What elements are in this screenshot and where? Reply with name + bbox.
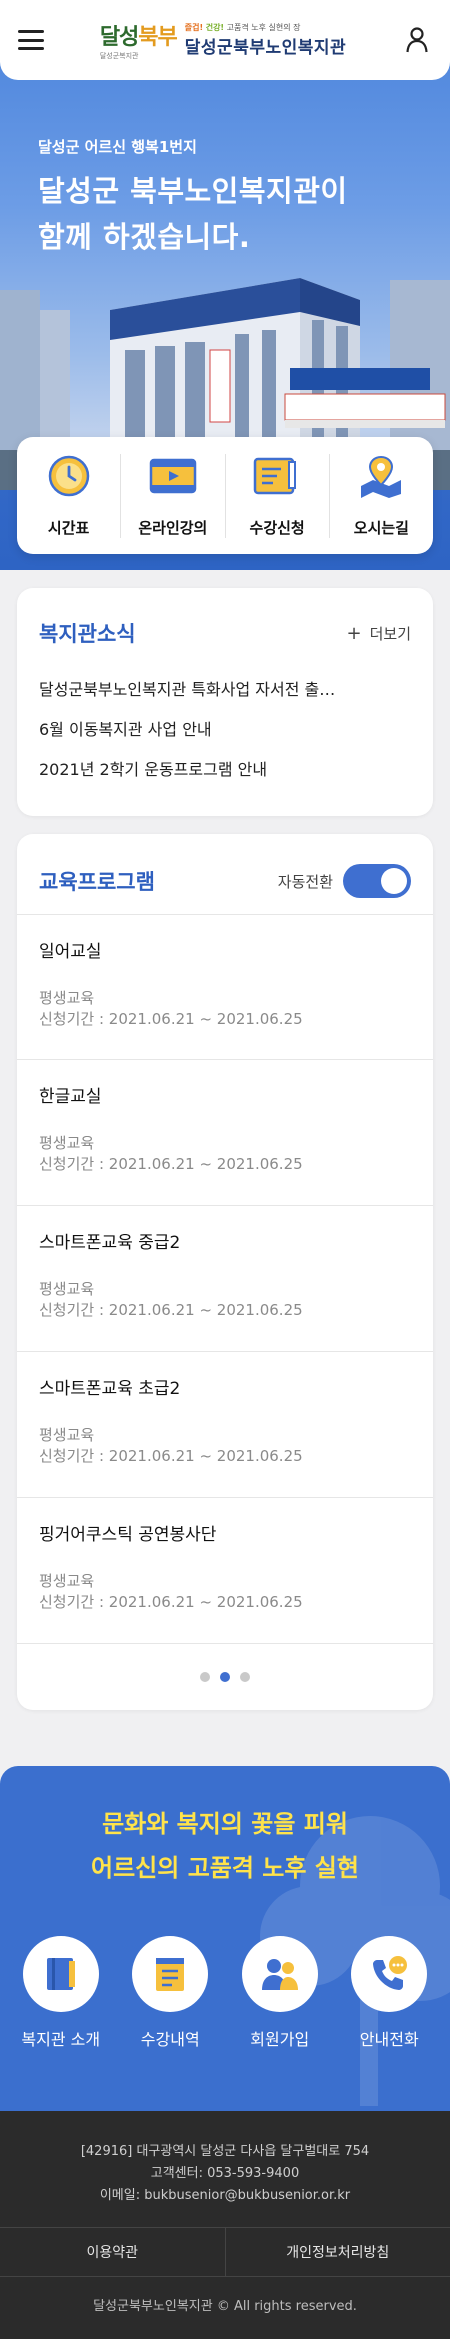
hero-title-line1: 달성군 북부노인복지관이 <box>38 174 348 208</box>
logo-mark-sub: 달성군복지관 <box>99 53 139 60</box>
hero-title-line2: 함께 하겠습니다. <box>38 220 251 254</box>
program-name: 스마트폰교육 중급2 <box>39 1233 181 1253</box>
band-item-history[interactable]: 수강내역 <box>120 1936 220 2050</box>
news-item[interactable]: 달성군북부노인복지관 특화사업 자서전 출… <box>39 670 411 710</box>
program-period: 신청기간 : 2021.06.21 ~ 2021.06.25 <box>39 1593 303 1611</box>
program-name: 스마트폰교육 초급2 <box>39 1379 181 1399</box>
plus-icon: + <box>346 622 362 644</box>
news-list: 달성군북부노인복지관 특화사업 자서전 출… 6월 이동복지관 사업 안내 20… <box>39 670 411 790</box>
hero-kicker: 달성군 어르신 행복1번지 <box>38 138 197 156</box>
news-item[interactable]: 6월 이동복지관 사업 안내 <box>39 710 411 750</box>
band-item-phone[interactable]: 안내전화 <box>339 1936 439 2050</box>
header: 달성북부 달성군복지관 즐겁! 건강! 고품격 노후 실현의 장 달성군북부노인… <box>0 0 450 80</box>
program-period: 신청기간 : 2021.06.21 ~ 2021.06.25 <box>39 1155 303 1173</box>
program-name: 일어교실 <box>39 942 102 962</box>
copyright: 달성군북부노인복지관 © All rights reserved. <box>93 2299 357 2314</box>
program-category: 평생교육 <box>39 1134 95 1152</box>
users-icon <box>241 1936 318 2012</box>
map-pin-icon <box>357 454 405 498</box>
news-card: 복지관소식 + 더보기 달성군북부노인복지관 특화사업 자서전 출… 6월 이동복… <box>17 588 433 816</box>
program-item[interactable]: 한글교실 평생교육 신청기간 : 2021.06.21 ~ 2021.06.25 <box>17 1060 433 1206</box>
education-card: 교육프로그램 자동전환 일어교실 평생교육 신청기간 : 2021.06.21 … <box>17 834 433 1710</box>
education-title: 교육프로그램 <box>39 870 155 894</box>
privacy-link[interactable]: 개인정보처리방침 <box>226 2228 450 2276</box>
quick-menu-label: 오시는길 <box>353 518 409 537</box>
band-slogan: 문화와 복지의 꽃을 피워 어르신의 고품격 노후 실현 <box>0 1802 450 1890</box>
footer-address: [42916] 대구광역시 달성군 다사읍 달구벌대로 754 <box>80 2144 370 2159</box>
book-icon <box>22 1936 99 2012</box>
logo-text: 즐겁! 건강! 고품격 노후 실현의 장 달성군북부노인복지관 <box>185 22 346 58</box>
program-category: 평생교육 <box>39 1572 95 1590</box>
program-list: 일어교실 평생교육 신청기간 : 2021.06.21 ~ 2021.06.25… <box>17 914 433 1644</box>
news-item[interactable]: 2021년 2학기 운동프로그램 안내 <box>39 750 411 790</box>
logo-name: 달성군북부노인복지관 <box>184 38 347 58</box>
more-button[interactable]: + 더보기 <box>347 623 412 644</box>
user-icon[interactable] <box>402 25 432 55</box>
pager-dot[interactable] <box>200 1672 210 1682</box>
pager-dot-active[interactable] <box>220 1672 230 1682</box>
pager-dot[interactable] <box>240 1672 250 1682</box>
video-play-icon <box>149 454 197 498</box>
band-item-label: 수강내역 <box>140 2030 200 2049</box>
auto-switch: 자동전환 <box>278 864 411 898</box>
band-slogan-line1: 문화와 복지의 꽃을 피워 <box>102 1810 348 1838</box>
program-item[interactable]: 스마트폰교육 초급2 평생교육 신청기간 : 2021.06.21 ~ 2021… <box>17 1352 433 1498</box>
band-item-label: 복지관 소개 <box>21 2030 101 2049</box>
notepad-icon <box>132 1936 209 2012</box>
program-name: 한글교실 <box>39 1087 102 1107</box>
quick-menu-label: 온라인강의 <box>138 518 208 537</box>
program-period: 신청기간 : 2021.06.21 ~ 2021.06.25 <box>39 1447 303 1465</box>
logo[interactable]: 달성북부 달성군복지관 즐겁! 건강! 고품격 노후 실현의 장 달성군북부노인… <box>100 19 346 61</box>
logo-mark: 달성북부 달성군복지관 <box>99 24 178 60</box>
document-pen-icon <box>253 454 301 498</box>
menu-icon[interactable] <box>18 30 44 50</box>
news-title: 복지관소식 <box>39 622 136 646</box>
band-menu: 복지관 소개 수강내역 회원가입 안내전화 <box>0 1936 450 2050</box>
quick-menu-online-lecture[interactable]: 온라인강의 <box>121 453 226 538</box>
footer-links: 이용약관 개인정보처리방침 <box>0 2227 450 2277</box>
program-item[interactable]: 일어교실 평생교육 신청기간 : 2021.06.21 ~ 2021.06.25 <box>17 914 433 1060</box>
auto-switch-toggle[interactable] <box>343 864 411 898</box>
footer-email: 이메일: bukbusenior@bukbusenior.or.kr <box>99 2188 351 2203</box>
hero-title: 달성군 북부노인복지관이 함께 하겠습니다. <box>38 168 348 260</box>
program-category: 평생교육 <box>39 989 95 1007</box>
band-item-signup[interactable]: 회원가입 <box>230 1936 330 2050</box>
program-category: 평생교육 <box>39 1280 95 1298</box>
logo-slogan: 즐겁! 건강! 고품격 노후 실현의 장 <box>184 23 301 32</box>
service-band: 문화와 복지의 꽃을 피워 어르신의 고품격 노후 실현 복지관 소개 수강내역… <box>0 1766 450 2111</box>
quick-menu: 시간표 온라인강의 수강신청 오시는길 <box>17 437 433 554</box>
quick-menu-directions[interactable]: 오시는길 <box>330 454 433 538</box>
program-period: 신청기간 : 2021.06.21 ~ 2021.06.25 <box>39 1301 303 1319</box>
quick-menu-label: 수강신청 <box>249 518 305 537</box>
phone-chat-icon <box>351 1936 428 2012</box>
footer-phone: 고객센터: 053-593-9400 <box>150 2166 300 2181</box>
program-category: 평생교육 <box>39 1426 95 1444</box>
clock-icon <box>45 454 93 498</box>
terms-link[interactable]: 이용약관 <box>0 2228 226 2276</box>
page: 달성군 어르신 행복1번지 달성군 북부노인복지관이 함께 하겠습니다. 달성북… <box>0 0 450 2339</box>
band-slogan-line2: 어르신의 고품격 노후 실현 <box>91 1854 359 1882</box>
quick-menu-label: 시간표 <box>47 518 90 537</box>
band-item-label: 안내전화 <box>359 2030 419 2049</box>
footer-info: [42916] 대구광역시 달성군 다사읍 달구벌대로 754 고객센터: 05… <box>0 2111 450 2227</box>
program-name: 핑거어쿠스틱 공연봉사단 <box>39 1525 217 1545</box>
auto-switch-label: 자동전환 <box>277 872 333 891</box>
band-item-label: 회원가입 <box>250 2030 310 2049</box>
footer: [42916] 대구광역시 달성군 다사읍 달구벌대로 754 고객센터: 05… <box>0 2111 450 2339</box>
program-item[interactable]: 핑거어쿠스틱 공연봉사단 평생교육 신청기간 : 2021.06.21 ~ 20… <box>17 1498 433 1644</box>
band-item-about[interactable]: 복지관 소개 <box>11 1936 111 2050</box>
quick-menu-course-apply[interactable]: 수강신청 <box>226 453 330 538</box>
quick-menu-timetable[interactable]: 시간표 <box>17 453 122 538</box>
program-period: 신청기간 : 2021.06.21 ~ 2021.06.25 <box>39 1010 303 1028</box>
program-item[interactable]: 스마트폰교육 중급2 평생교육 신청기간 : 2021.06.21 ~ 2021… <box>17 1206 433 1352</box>
pager-dots <box>17 1672 433 1682</box>
